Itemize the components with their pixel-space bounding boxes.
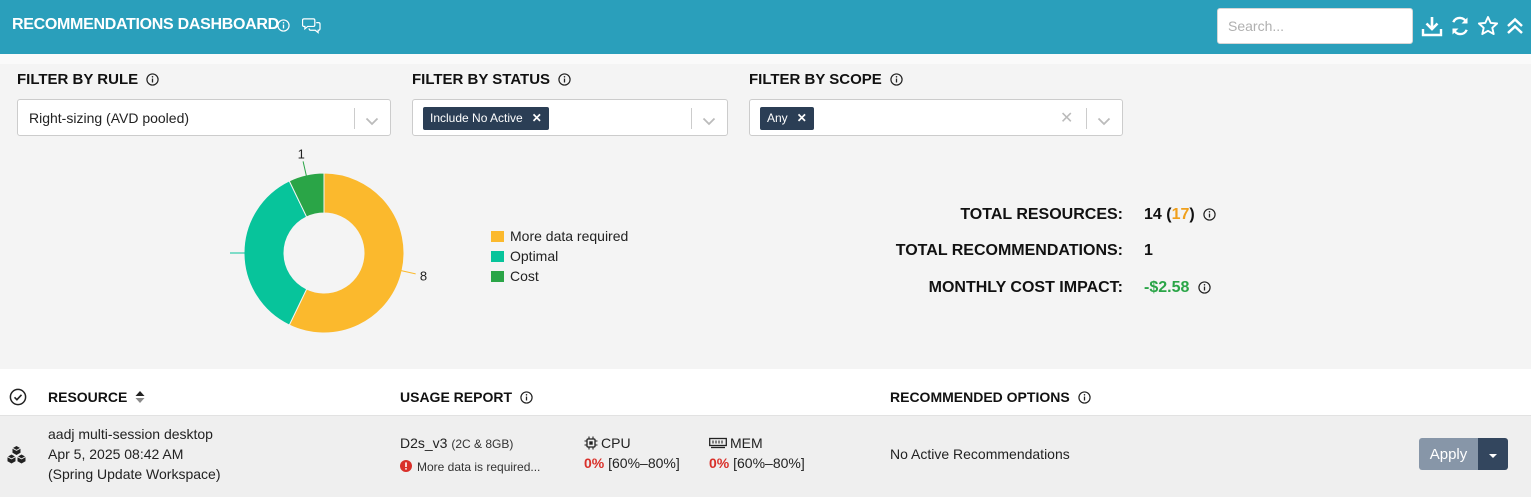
- total-resources-info-icon[interactable]: [1203, 208, 1216, 221]
- filter-status-label: FILTER BY STATUS: [412, 71, 571, 88]
- cpu-label: CPU: [584, 435, 631, 451]
- slice-leader-line: [302, 161, 308, 178]
- filter-scope-select[interactable]: Any ✕ ✕: [749, 99, 1123, 136]
- title-info-icon[interactable]: [277, 19, 290, 37]
- error-circle-icon: [400, 460, 412, 472]
- legend-item[interactable]: More data required: [491, 226, 628, 246]
- slice-value-label: 8: [420, 269, 427, 284]
- select-all-check-icon[interactable]: [9, 388, 27, 411]
- monthly-cost-label: MONTHLY COST IMPACT:: [928, 279, 1123, 296]
- header-divider-strip: [0, 54, 1531, 64]
- mem-label: MEM: [709, 435, 763, 451]
- slice-optimal[interactable]: [243, 180, 308, 326]
- collapse-chevrons-icon[interactable]: [1504, 15, 1526, 37]
- favorite-star-icon[interactable]: [1477, 15, 1499, 37]
- monthly-cost-info-icon[interactable]: [1198, 281, 1211, 294]
- page-title: RECOMMENDATIONS DASHBOARD: [12, 16, 279, 33]
- cpu-usage: 0% [60%–80%]: [584, 455, 680, 471]
- filter-scope-label: FILTER BY SCOPE: [749, 71, 903, 88]
- legend-item[interactable]: Optimal: [491, 246, 628, 266]
- column-header-resource[interactable]: RESOURCE: [48, 389, 145, 405]
- chevron-down-icon[interactable]: [702, 113, 716, 131]
- chip-remove-icon[interactable]: ✕: [532, 111, 542, 125]
- slice-leader-line: [399, 269, 416, 275]
- chart-legend: More data required Optimal Cost: [491, 226, 628, 286]
- resource-name[interactable]: aadj multi-session desktop: [48, 426, 213, 442]
- filter-rule-label: FILTER BY RULE: [17, 71, 159, 88]
- refresh-icon[interactable]: [1449, 15, 1471, 37]
- mem-usage: 0% [60%–80%]: [709, 455, 805, 471]
- apply-button[interactable]: Apply: [1419, 438, 1478, 470]
- scope-chip: Any ✕: [760, 107, 814, 130]
- filter-status-select[interactable]: Include No Active ✕: [412, 99, 728, 136]
- usage-info-icon[interactable]: [520, 391, 533, 404]
- table-row[interactable]: aadj multi-session desktop Apr 5, 2025 0…: [0, 415, 1531, 497]
- data-required-warning[interactable]: More data is required...: [400, 458, 540, 474]
- caret-down-icon: [1489, 453, 1497, 458]
- total-resources-label: TOTAL RESOURCES:: [960, 206, 1123, 223]
- select-separator: [354, 108, 355, 129]
- top-header-bar: RECOMMENDATIONS DASHBOARD: [0, 0, 1531, 54]
- clear-icon[interactable]: ✕: [1060, 108, 1073, 128]
- cpu-chip-icon: [584, 436, 598, 450]
- download-icon[interactable]: [1421, 15, 1443, 37]
- filter-rule-value: Right-sizing (AVD pooled): [29, 110, 190, 126]
- column-header-options: RECOMMENDED OPTIONS: [890, 389, 1091, 405]
- search-input[interactable]: [1217, 8, 1413, 44]
- filter-rule-select[interactable]: Right-sizing (AVD pooled): [17, 99, 391, 136]
- total-resources-value: 14 (17): [1144, 206, 1216, 224]
- apply-dropdown-button[interactable]: [1478, 438, 1508, 470]
- total-recommendations-value: 1: [1144, 242, 1153, 259]
- options-info-icon[interactable]: [1077, 391, 1091, 404]
- chip-remove-icon[interactable]: ✕: [797, 111, 807, 125]
- sort-icon[interactable]: [135, 390, 145, 404]
- total-resources-extra: 17: [1171, 206, 1190, 223]
- monthly-cost-value: -$2.58: [1144, 279, 1211, 297]
- resource-cubes-icon: [6, 445, 27, 470]
- recommendation-text: No Active Recommendations: [890, 446, 1070, 462]
- filter-scope-info-icon[interactable]: [890, 73, 903, 86]
- chevron-down-icon[interactable]: [1097, 113, 1111, 131]
- legend-swatch: [491, 270, 504, 282]
- select-separator: [691, 108, 692, 129]
- chevron-down-icon[interactable]: [365, 113, 379, 131]
- slice-value-label: 1: [298, 147, 305, 162]
- resource-workspace: (Spring Update Workspace): [48, 466, 221, 482]
- comments-icon[interactable]: [301, 17, 321, 39]
- resource-date: Apr 5, 2025 08:42 AM: [48, 446, 184, 462]
- filter-rule-info-icon[interactable]: [146, 73, 159, 86]
- legend-swatch: [491, 230, 504, 242]
- status-chip: Include No Active ✕: [423, 107, 549, 130]
- legend-item[interactable]: Cost: [491, 266, 628, 286]
- total-recommendations-label: TOTAL RECOMMENDATIONS:: [895, 242, 1123, 259]
- memory-icon: [709, 437, 727, 449]
- filter-status-info-icon[interactable]: [558, 73, 571, 86]
- recommendations-donut-chart: 851: [230, 147, 427, 334]
- column-header-usage: USAGE REPORT: [400, 389, 533, 405]
- select-separator: [1086, 108, 1087, 129]
- vm-size: D2s_v3 (2C & 8GB): [400, 435, 514, 451]
- legend-swatch: [491, 250, 504, 262]
- table-header: RESOURCE USAGE REPORT RECOMMENDED OPTION…: [0, 369, 1531, 415]
